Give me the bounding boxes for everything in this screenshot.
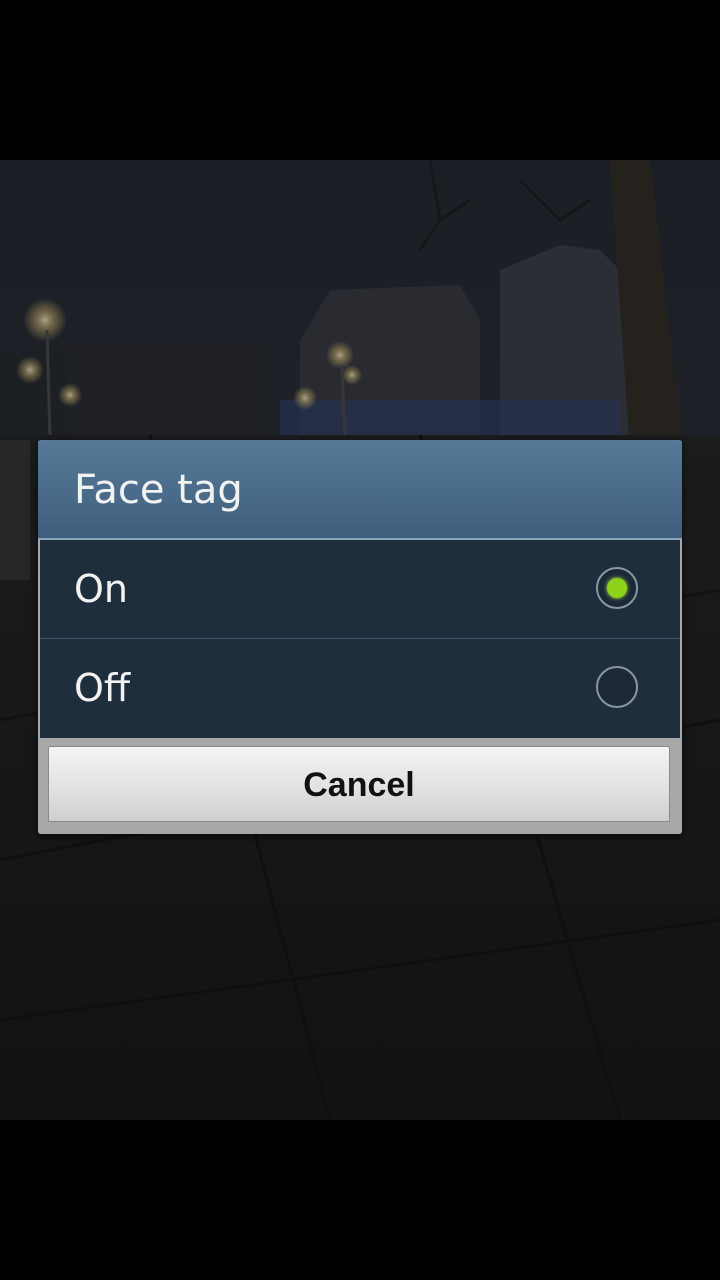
dialog-title: Face tag <box>38 440 682 540</box>
radio-off[interactable] <box>596 666 638 708</box>
option-off[interactable]: Off <box>40 638 680 737</box>
screen: Face tag On Off Cancel <box>0 0 720 1280</box>
options-list: On Off <box>40 540 680 738</box>
cancel-button[interactable]: Cancel <box>48 746 670 822</box>
button-bar: Cancel <box>38 738 682 834</box>
radio-on-selected[interactable] <box>596 567 638 609</box>
option-on[interactable]: On <box>40 540 680 638</box>
option-off-label: Off <box>74 666 131 710</box>
option-on-label: On <box>74 567 128 611</box>
face-tag-dialog: Face tag On Off Cancel <box>38 440 682 834</box>
